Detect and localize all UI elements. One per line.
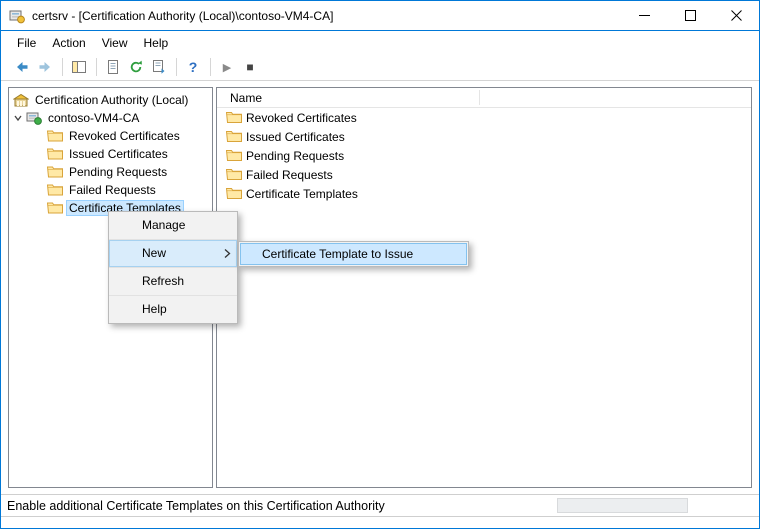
folder-icon (47, 183, 63, 197)
menu-item-label: Refresh (142, 274, 184, 288)
menu-file[interactable]: File (9, 33, 44, 53)
list-item-label: Failed Requests (246, 168, 333, 182)
list-header: Name (217, 88, 751, 108)
stop-service-icon[interactable]: ■ (239, 56, 261, 78)
refresh-icon[interactable] (125, 56, 147, 78)
list-item-failed-requests[interactable]: Failed Requests (217, 165, 751, 184)
status-bar: Enable additional Certificate Templates … (1, 494, 759, 517)
menu-item-label: Certificate Template to Issue (262, 247, 413, 261)
minimize-icon (639, 10, 650, 21)
tree-item-failed-requests[interactable]: Failed Requests (9, 181, 212, 199)
folder-icon (47, 147, 63, 161)
back-icon[interactable] (11, 56, 33, 78)
stop-glyph: ■ (246, 60, 253, 74)
menu-item-refresh[interactable]: Refresh (109, 268, 237, 295)
context-menu: Manage New Refresh Help (108, 211, 238, 324)
help-glyph: ? (189, 59, 198, 75)
list-item-label: Revoked Certificates (246, 111, 357, 125)
column-header-name[interactable]: Name (230, 91, 262, 105)
chevron-expanded-icon[interactable] (12, 112, 24, 124)
toolbar-separator (62, 58, 63, 76)
toolbar-separator (210, 58, 211, 76)
window-controls (621, 1, 759, 30)
menu-bar: File Action View Help (1, 32, 759, 54)
maximize-button[interactable] (667, 1, 713, 30)
context-submenu: Certificate Template to Issue (238, 241, 469, 267)
tree-item-certification-authority[interactable]: Certification Authority (Local) (9, 91, 212, 109)
folder-icon (226, 130, 242, 143)
tree-item-label: Revoked Certificates (66, 128, 183, 144)
show-console-tree-icon[interactable] (68, 56, 90, 78)
folder-icon (226, 168, 242, 181)
menu-item-new[interactable]: New (109, 240, 237, 267)
folder-icon (47, 201, 63, 215)
maximize-icon (685, 10, 696, 21)
ca-server-icon (26, 111, 42, 125)
list-item-label: Certificate Templates (246, 187, 358, 201)
list-item-label: Pending Requests (246, 149, 344, 163)
tree-item-label: contoso-VM4-CA (45, 110, 142, 126)
close-button[interactable] (713, 1, 759, 30)
tree-item-label: Failed Requests (66, 182, 159, 198)
list-item-revoked-certificates[interactable]: Revoked Certificates (217, 108, 751, 127)
folder-icon (47, 165, 63, 179)
forward-icon[interactable] (34, 56, 56, 78)
authority-icon (13, 93, 29, 107)
submenu-arrow-icon (223, 248, 231, 259)
minimize-button[interactable] (621, 1, 667, 30)
menu-item-label: Manage (142, 218, 185, 232)
list-item-pending-requests[interactable]: Pending Requests (217, 146, 751, 165)
list-item-label: Issued Certificates (246, 130, 345, 144)
menu-action[interactable]: Action (44, 33, 93, 53)
results-list-pane: Name Revoked Certificates Issued Certifi… (216, 87, 752, 488)
tree-item-label: Issued Certificates (66, 146, 171, 162)
folder-icon (226, 111, 242, 124)
menu-item-label: Help (142, 302, 167, 316)
menu-help[interactable]: Help (136, 33, 177, 53)
menu-view[interactable]: View (94, 33, 136, 53)
close-icon (731, 10, 742, 21)
toolbar-separator (176, 58, 177, 76)
menu-item-label: New (142, 246, 166, 260)
folder-icon (226, 149, 242, 162)
tree-item-label: Certification Authority (Local) (32, 92, 191, 108)
menu-item-help[interactable]: Help (109, 296, 237, 323)
status-text: Enable additional Certificate Templates … (7, 499, 385, 513)
menu-item-manage[interactable]: Manage (109, 212, 237, 239)
app-icon (9, 8, 25, 24)
tree-item-pending-requests[interactable]: Pending Requests (9, 163, 212, 181)
toolbar: ? ▶ ■ (1, 54, 759, 81)
list-item-certificate-templates[interactable]: Certificate Templates (217, 184, 751, 203)
tree-item-revoked-certificates[interactable]: Revoked Certificates (9, 127, 212, 145)
column-divider[interactable] (479, 90, 480, 105)
tree-item-ca[interactable]: contoso-VM4-CA (9, 109, 212, 127)
tree-item-label: Pending Requests (66, 164, 170, 180)
folder-icon (226, 187, 242, 200)
list-item-issued-certificates[interactable]: Issued Certificates (217, 127, 751, 146)
start-service-icon[interactable]: ▶ (216, 56, 238, 78)
certsrv-window: certsrv - [Certification Authority (Loca… (0, 0, 760, 529)
status-pane (557, 498, 688, 513)
properties-icon[interactable] (102, 56, 124, 78)
help-icon[interactable]: ? (182, 56, 204, 78)
export-list-icon[interactable] (148, 56, 170, 78)
tree-item-issued-certificates[interactable]: Issued Certificates (9, 145, 212, 163)
title-bar: certsrv - [Certification Authority (Loca… (1, 1, 759, 31)
play-glyph: ▶ (223, 61, 231, 74)
menu-item-certificate-template-to-issue[interactable]: Certificate Template to Issue (240, 243, 467, 265)
folder-icon (47, 129, 63, 143)
window-title: certsrv - [Certification Authority (Loca… (32, 9, 333, 23)
toolbar-separator (96, 58, 97, 76)
